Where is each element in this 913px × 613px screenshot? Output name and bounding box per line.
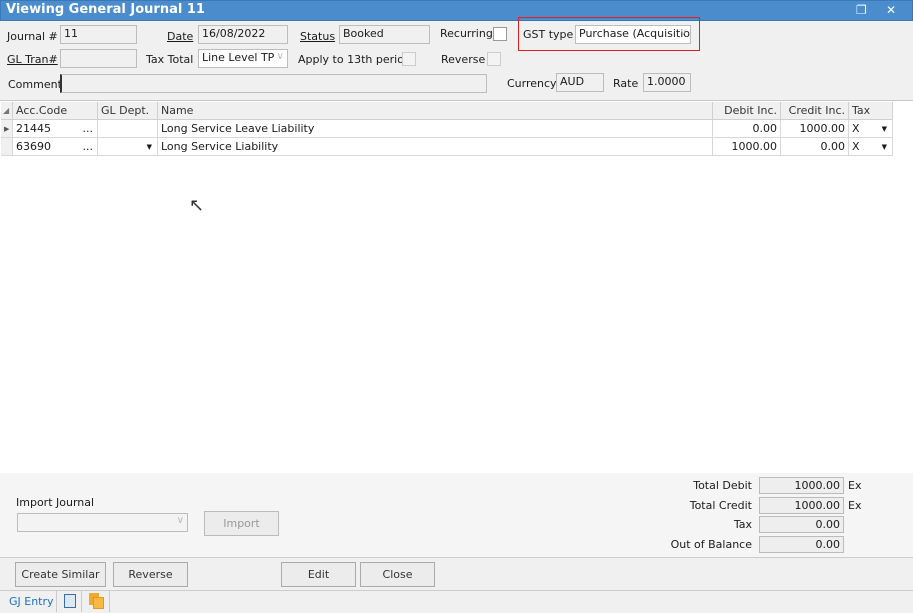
recurring-label: Recurring [440, 27, 493, 40]
chevron-down-icon: ∨ [276, 51, 284, 62]
edit-button[interactable]: Edit [281, 562, 356, 587]
column-header-tax[interactable]: Tax [849, 102, 893, 120]
apply13-label: Apply to 13th period [298, 53, 411, 66]
close-button[interactable]: Close [360, 562, 435, 587]
tab-gj-entry[interactable]: GJ Entry [9, 595, 54, 608]
apply13-checkbox[interactable] [402, 52, 416, 66]
column-header-name[interactable]: Name [158, 102, 713, 120]
currency-label: Currency [507, 77, 557, 90]
status-label: Status [300, 30, 336, 43]
tax-total-select[interactable]: Line Level TP ∨ [198, 49, 288, 68]
chevron-down-icon: ∨ [679, 27, 687, 38]
journal-field: 11 [60, 25, 137, 44]
comment-label: Comment [8, 78, 62, 91]
tax-total-label: Tax Total [146, 53, 194, 66]
total-debit-suffix: Ex [848, 479, 862, 492]
table-row-acc-code[interactable]: 63690... [13, 138, 98, 156]
table-row-gl-dept[interactable]: ▼ [98, 138, 158, 156]
gl-tran-field [60, 49, 137, 68]
comment-input[interactable] [60, 74, 487, 93]
total-credit-label: Total Credit [689, 499, 752, 512]
mouse-cursor-icon: ↖ [189, 195, 205, 216]
out-of-balance-label: Out of Balance [670, 538, 752, 551]
gst-type-label: GST type [523, 28, 574, 41]
total-credit-suffix: Ex [848, 499, 862, 512]
total-debit-label: Total Debit [693, 479, 752, 492]
table-row-credit[interactable]: 0.00 [781, 138, 849, 156]
table-row-acc-code[interactable]: 21445... [13, 120, 98, 138]
column-header-gl-dept[interactable]: GL Dept. [98, 102, 158, 120]
date-field: 16/08/2022 [198, 25, 288, 44]
table-row-tax[interactable]: X ▼ [849, 138, 893, 156]
dropdown-arrow-icon[interactable]: ▼ [882, 143, 887, 151]
reverse-label: Reverse [441, 53, 486, 66]
total-credit-field: 1000.00 [759, 497, 844, 514]
table-row-name[interactable]: Long Service Leave Liability [158, 120, 713, 138]
table-row-debit[interactable]: 1000.00 [713, 138, 781, 156]
chevron-down-icon: ∨ [176, 515, 184, 526]
date-label: Date [167, 30, 194, 43]
close-icon[interactable]: ✕ [886, 3, 896, 17]
table-row-debit[interactable]: 0.00 [713, 120, 781, 138]
rate-label: Rate [613, 77, 639, 90]
column-header-acc-code[interactable]: Acc.Code [13, 102, 98, 120]
gst-type-select[interactable]: Purchase (Acquisitio ∨ [575, 25, 691, 44]
reverse-button[interactable]: Reverse [113, 562, 188, 587]
restore-icon[interactable]: ❐ [856, 3, 867, 17]
column-header-debit[interactable]: Debit Inc. [713, 102, 781, 120]
table-row-tax[interactable]: X ▼ [849, 120, 893, 138]
tax-total-value: Line Level TP [202, 51, 275, 64]
currency-field: AUD [556, 73, 604, 92]
table-row-credit[interactable]: 1000.00 [781, 120, 849, 138]
import-button[interactable]: Import [204, 511, 279, 536]
table-row-name[interactable]: Long Service Liability [158, 138, 713, 156]
create-similar-button[interactable]: Create Similar [15, 562, 106, 587]
tab-document[interactable] [56, 591, 82, 612]
gst-type-value: Purchase (Acquisitio [579, 27, 691, 40]
document-icon [64, 594, 76, 608]
column-header-credit[interactable]: Credit Inc. [781, 102, 849, 120]
out-of-balance-field: 0.00 [759, 536, 844, 553]
tax-total-display-label: Tax [733, 518, 752, 531]
dropdown-arrow-icon[interactable]: ▼ [882, 125, 887, 133]
tab-copies[interactable] [82, 591, 110, 612]
total-debit-field: 1000.00 [759, 477, 844, 494]
row-indicator [1, 138, 13, 156]
ellipsis-icon[interactable]: ... [83, 140, 94, 153]
reverse-checkbox[interactable] [487, 52, 501, 66]
table-row-gl-dept[interactable] [98, 120, 158, 138]
journal-label: Journal # [7, 30, 58, 43]
tax-total-display-field: 0.00 [759, 516, 844, 533]
import-journal-select[interactable]: ∨ [17, 513, 188, 532]
row-indicator-icon: ▶ [1, 120, 13, 138]
window-title: Viewing General Journal 11 [6, 2, 205, 17]
tab-bar [0, 590, 913, 613]
gl-tran-label: GL Tran# [7, 53, 58, 66]
recurring-checkbox[interactable] [493, 27, 507, 41]
grid-corner: ◢ [1, 102, 13, 120]
ellipsis-icon[interactable]: ... [83, 122, 94, 135]
dropdown-arrow-icon[interactable]: ▼ [147, 143, 152, 151]
rate-field: 1.0000 [643, 73, 691, 92]
status-field: Booked [339, 25, 430, 44]
import-journal-label: Import Journal [16, 496, 95, 509]
